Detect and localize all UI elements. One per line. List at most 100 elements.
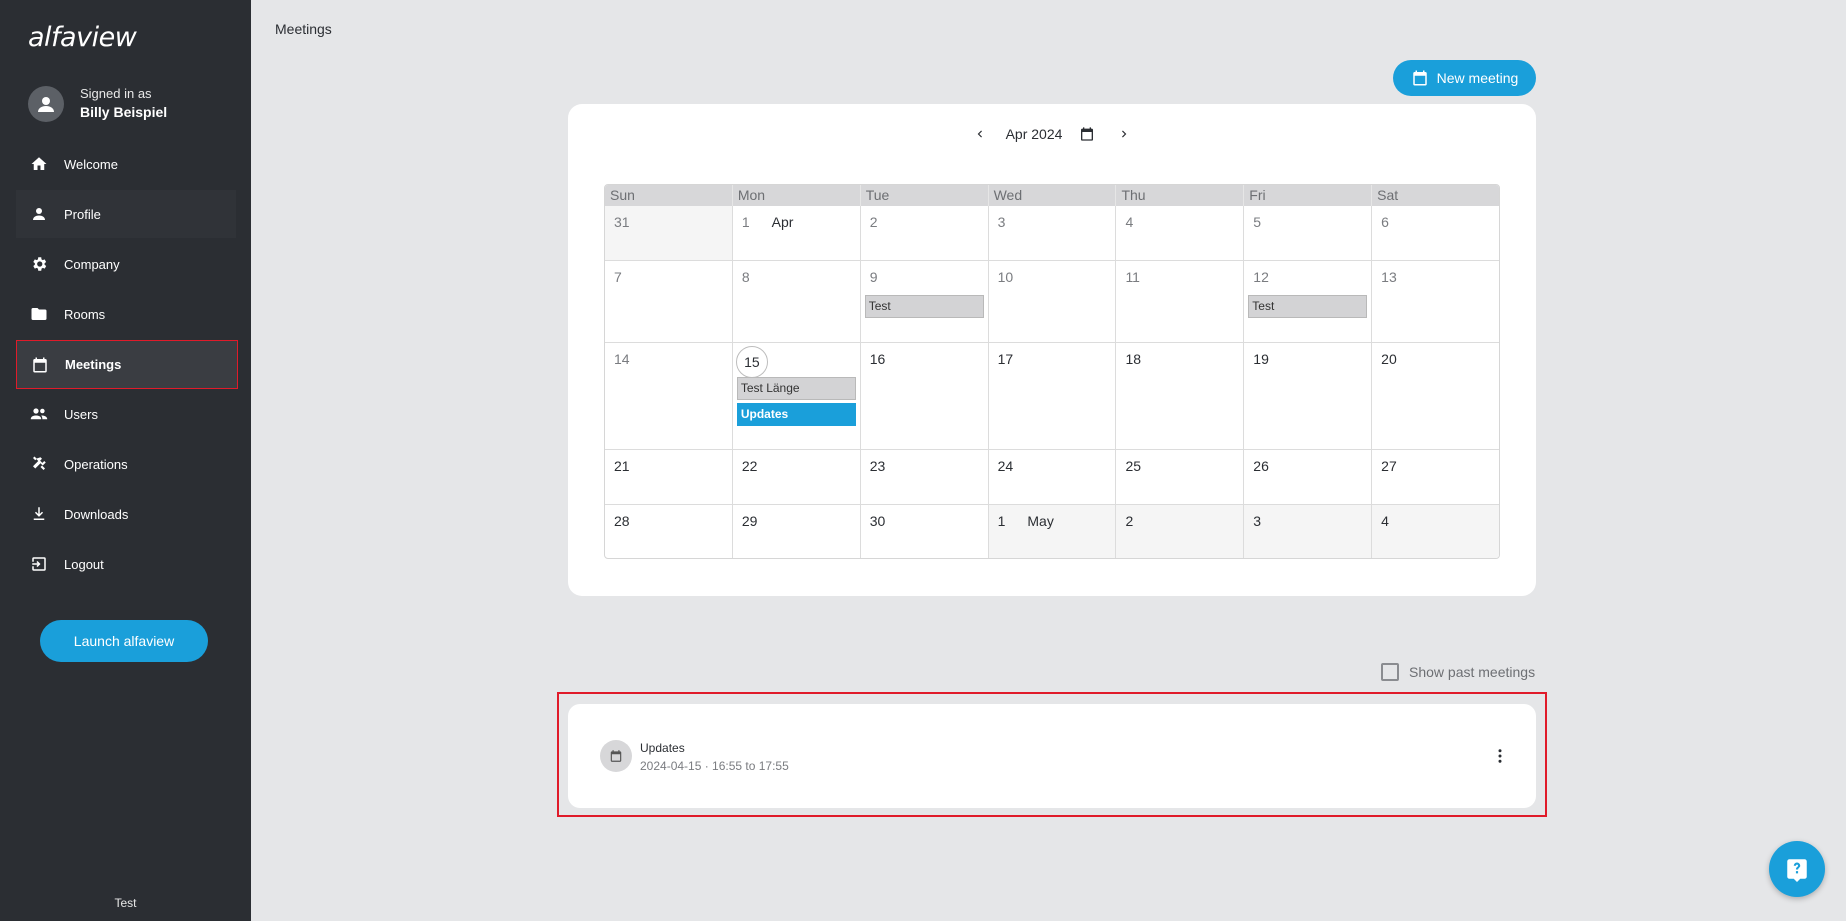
weekday-label: Sat	[1377, 187, 1399, 203]
new-meeting-button[interactable]: New meeting	[1393, 60, 1536, 96]
day-number: 8	[741, 269, 750, 285]
calendar-day[interactable]: 1 Apr	[733, 206, 861, 260]
day-number: 22	[741, 458, 758, 474]
calendar-day[interactable]: 27	[1372, 450, 1499, 504]
show-past-meetings-toggle[interactable]: Show past meetings	[1381, 663, 1535, 681]
day-number: 2	[869, 214, 878, 230]
calendar-day[interactable]: 18	[1116, 343, 1245, 449]
calendar-event[interactable]: Test	[1248, 295, 1368, 318]
weekday-label: Tue	[861, 185, 989, 206]
day-number: 11	[1125, 269, 1140, 285]
calendar-day[interactable]: 28	[605, 505, 733, 558]
sidebar-item-downloads[interactable]: Downloads	[16, 490, 236, 538]
sidebar-item-profile[interactable]: Profile	[16, 190, 236, 238]
calendar-icon	[1412, 70, 1427, 86]
calendar-day[interactable]: 8	[733, 261, 861, 342]
weekday-label: Thu	[1116, 185, 1245, 206]
calendar-event[interactable]: Test	[864, 295, 984, 318]
calendar-day[interactable]: 4	[1116, 206, 1245, 260]
calendar-day[interactable]: 10	[989, 261, 1117, 342]
new-meeting-label: New meeting	[1436, 70, 1519, 86]
calendar-day[interactable]: 17	[989, 343, 1117, 449]
help-button[interactable]	[1769, 841, 1825, 897]
sidebar-item-logout[interactable]: Logout	[16, 540, 236, 588]
calendar-icon	[29, 354, 51, 376]
calendar-week: 7 8 9 Test 10 11 12 Test 13	[605, 260, 1499, 342]
person-icon	[38, 97, 54, 112]
calendar-day[interactable]: 4	[1372, 505, 1499, 558]
calendar-day[interactable]: 2	[861, 206, 989, 260]
calendar-day[interactable]: 31	[605, 206, 733, 260]
sidebar-item-label: Rooms	[64, 306, 106, 322]
day-number: 29	[741, 513, 758, 529]
calendar-event[interactable]: Test Länge	[736, 377, 856, 400]
sidebar-item-label: Logout	[64, 556, 104, 572]
sidebar-footer: Test	[114, 896, 137, 910]
calendar-day[interactable]: 25	[1116, 450, 1245, 504]
month-label: Apr 2024	[1005, 126, 1063, 142]
calendar-day[interactable]: 22	[733, 450, 861, 504]
next-month-button[interactable]	[1112, 122, 1136, 146]
calendar-day[interactable]: 13	[1372, 261, 1499, 342]
day-number: 10	[997, 269, 1014, 285]
day-number: 6	[1381, 214, 1389, 230]
prev-month-button[interactable]	[968, 122, 992, 146]
sidebar-item-company[interactable]: Company	[16, 240, 236, 288]
day-number: 1	[997, 513, 1006, 529]
launch-alfaview-button[interactable]: Launch alfaview	[40, 620, 208, 662]
sidebar-item-welcome[interactable]: Welcome	[16, 140, 236, 188]
calendar-day[interactable]: 1 May	[988, 505, 1117, 558]
user-name: Billy Beispiel	[80, 104, 168, 120]
calendar-day[interactable]: 7	[605, 261, 733, 342]
calendar-day[interactable]: 24	[989, 450, 1117, 504]
calendar-day[interactable]: 3	[989, 206, 1117, 260]
sidebar-item-label: Users	[64, 406, 98, 422]
day-number: 1	[741, 214, 750, 230]
meeting-list-item[interactable]: Updates 2024-04-15 · 16:55 to 17:55	[568, 704, 1536, 808]
day-number: 30	[869, 513, 886, 529]
users-icon	[28, 403, 50, 425]
meeting-avatar	[600, 740, 632, 772]
calendar-day[interactable]: 9 Test	[861, 261, 989, 342]
calendar-week: 31 1 Apr 2 3 4 5 6	[605, 206, 1499, 260]
calendar-day[interactable]: 23	[861, 450, 989, 504]
calendar-day[interactable]: 26	[1244, 450, 1373, 504]
calendar-event[interactable]: Updates	[736, 403, 856, 426]
person-icon	[28, 203, 50, 225]
calendar-day[interactable]: 6	[1372, 206, 1499, 260]
weekday-label: Sun	[605, 185, 733, 206]
calendar-day[interactable]: 3	[1244, 505, 1373, 558]
tools-icon	[28, 453, 50, 475]
calendar-header: Apr 2024	[568, 122, 1536, 146]
calendar-week: 28 29 30 1 May 2 3 4	[605, 504, 1499, 558]
calendar-day[interactable]: 19	[1244, 343, 1373, 449]
gear-icon	[28, 253, 50, 275]
sidebar-item-meetings[interactable]: Meetings	[16, 340, 238, 389]
calendar-day[interactable]: 21	[605, 450, 733, 504]
calendar-day[interactable]: 5	[1244, 206, 1373, 260]
day-number: 2	[1125, 513, 1134, 529]
calendar-week: 21 22 23 24 25 26 27	[605, 449, 1499, 504]
weekday-label: Fri	[1244, 185, 1373, 206]
sidebar-item-operations[interactable]: Operations	[16, 440, 236, 488]
calendar-day[interactable]: 20	[1372, 343, 1499, 449]
calendar-day[interactable]: 11	[1116, 261, 1245, 342]
calendar-day[interactable]: 29	[733, 505, 861, 558]
sidebar-item-users[interactable]: Users	[16, 390, 236, 438]
day-number: 19	[1253, 351, 1269, 367]
show-past-checkbox[interactable]	[1381, 663, 1399, 681]
day-number: 17	[997, 351, 1014, 367]
day-number: 12	[1253, 269, 1269, 285]
calendar-icon	[610, 750, 622, 762]
calendar-day-today[interactable]: 15 Test Länge Updates	[733, 343, 861, 449]
sidebar-item-rooms[interactable]: Rooms	[16, 290, 236, 338]
calendar-day[interactable]: 12 Test	[1244, 261, 1373, 342]
calendar-day[interactable]: 2	[1116, 505, 1245, 558]
calendar-day[interactable]: 16	[861, 343, 989, 449]
meeting-more-button[interactable]	[1484, 740, 1516, 772]
day-number: 5	[1253, 214, 1262, 230]
sidebar-item-label: Operations	[64, 456, 128, 472]
calendar-day[interactable]: 14	[605, 343, 733, 449]
month-picker-button[interactable]	[1076, 123, 1098, 145]
calendar-day[interactable]: 30	[861, 505, 989, 558]
